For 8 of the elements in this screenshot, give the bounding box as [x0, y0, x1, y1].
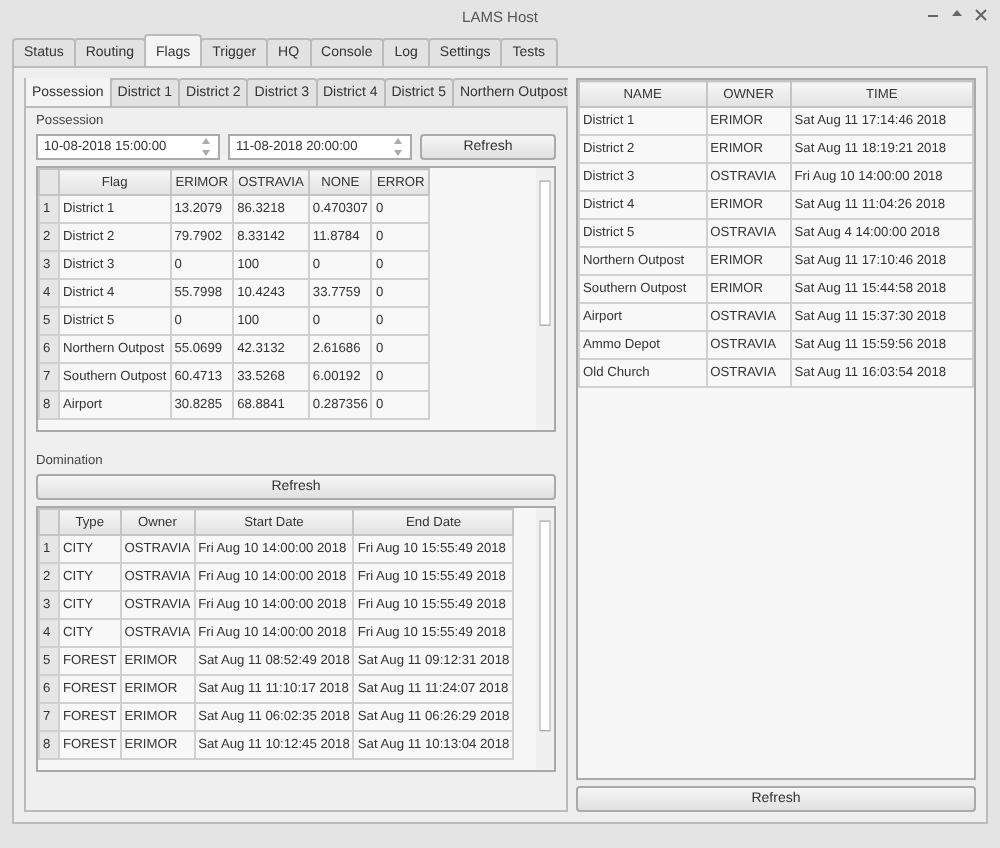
maximize-icon[interactable]	[950, 8, 964, 22]
spin-arrows-icon[interactable]	[392, 136, 404, 158]
close-icon[interactable]	[974, 8, 988, 22]
spin-arrows-icon[interactable]	[200, 136, 212, 158]
header-corner[interactable]	[39, 169, 59, 195]
scrollbar[interactable]	[536, 508, 554, 770]
header-corner[interactable]	[39, 509, 59, 535]
scrollbar[interactable]	[536, 168, 554, 430]
